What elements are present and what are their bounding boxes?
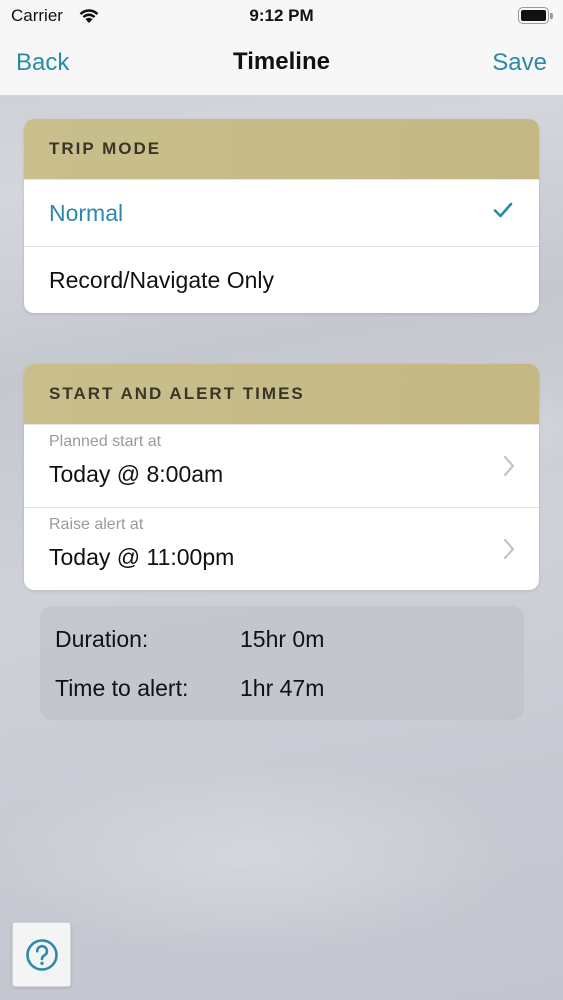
trip-mode-header: TRIP MODE bbox=[24, 119, 539, 179]
duration-label: Duration: bbox=[55, 626, 149, 652]
page-title: Timeline bbox=[233, 48, 330, 75]
timeline-summary: Duration: 15hr 0m Time to alert: 1hr 47m bbox=[40, 606, 524, 720]
battery-icon bbox=[518, 7, 553, 24]
planned-start-value: Today @ 8:00am bbox=[49, 461, 224, 487]
status-bar: Carrier 9:12 PM bbox=[0, 0, 563, 32]
navigation-bar: Back Timeline Save bbox=[0, 32, 563, 96]
chevron-right-icon bbox=[503, 455, 515, 477]
trip-mode-card: TRIP MODE Normal Record/Navigate Only bbox=[24, 119, 539, 313]
save-button[interactable]: Save bbox=[492, 49, 547, 77]
option-label: Normal bbox=[49, 199, 124, 226]
start-alert-card: START AND ALERT TIMES Planned start at T… bbox=[24, 364, 539, 590]
raise-alert-value: Today @ 11:00pm bbox=[49, 544, 235, 570]
raise-alert-label: Raise alert at bbox=[49, 516, 144, 533]
time-to-alert-value: 1hr 47m bbox=[240, 675, 325, 701]
trip-mode-option-normal[interactable]: Normal bbox=[24, 179, 539, 246]
duration-value: 15hr 0m bbox=[240, 626, 325, 652]
status-time: 9:12 PM bbox=[249, 6, 314, 25]
start-alert-header: START AND ALERT TIMES bbox=[24, 364, 539, 424]
planned-start-label: Planned start at bbox=[49, 433, 162, 450]
raise-alert-row[interactable]: Raise alert at Today @ 11:00pm bbox=[24, 507, 539, 590]
checkmark-icon bbox=[493, 202, 513, 218]
help-circle-icon bbox=[25, 938, 58, 971]
chevron-right-icon bbox=[503, 538, 515, 560]
help-button[interactable] bbox=[12, 922, 71, 987]
trip-mode-option-record-navigate[interactable]: Record/Navigate Only bbox=[24, 246, 539, 313]
time-to-alert-label: Time to alert: bbox=[55, 675, 189, 701]
option-label: Record/Navigate Only bbox=[49, 266, 274, 293]
planned-start-row[interactable]: Planned start at Today @ 8:00am bbox=[24, 424, 539, 507]
